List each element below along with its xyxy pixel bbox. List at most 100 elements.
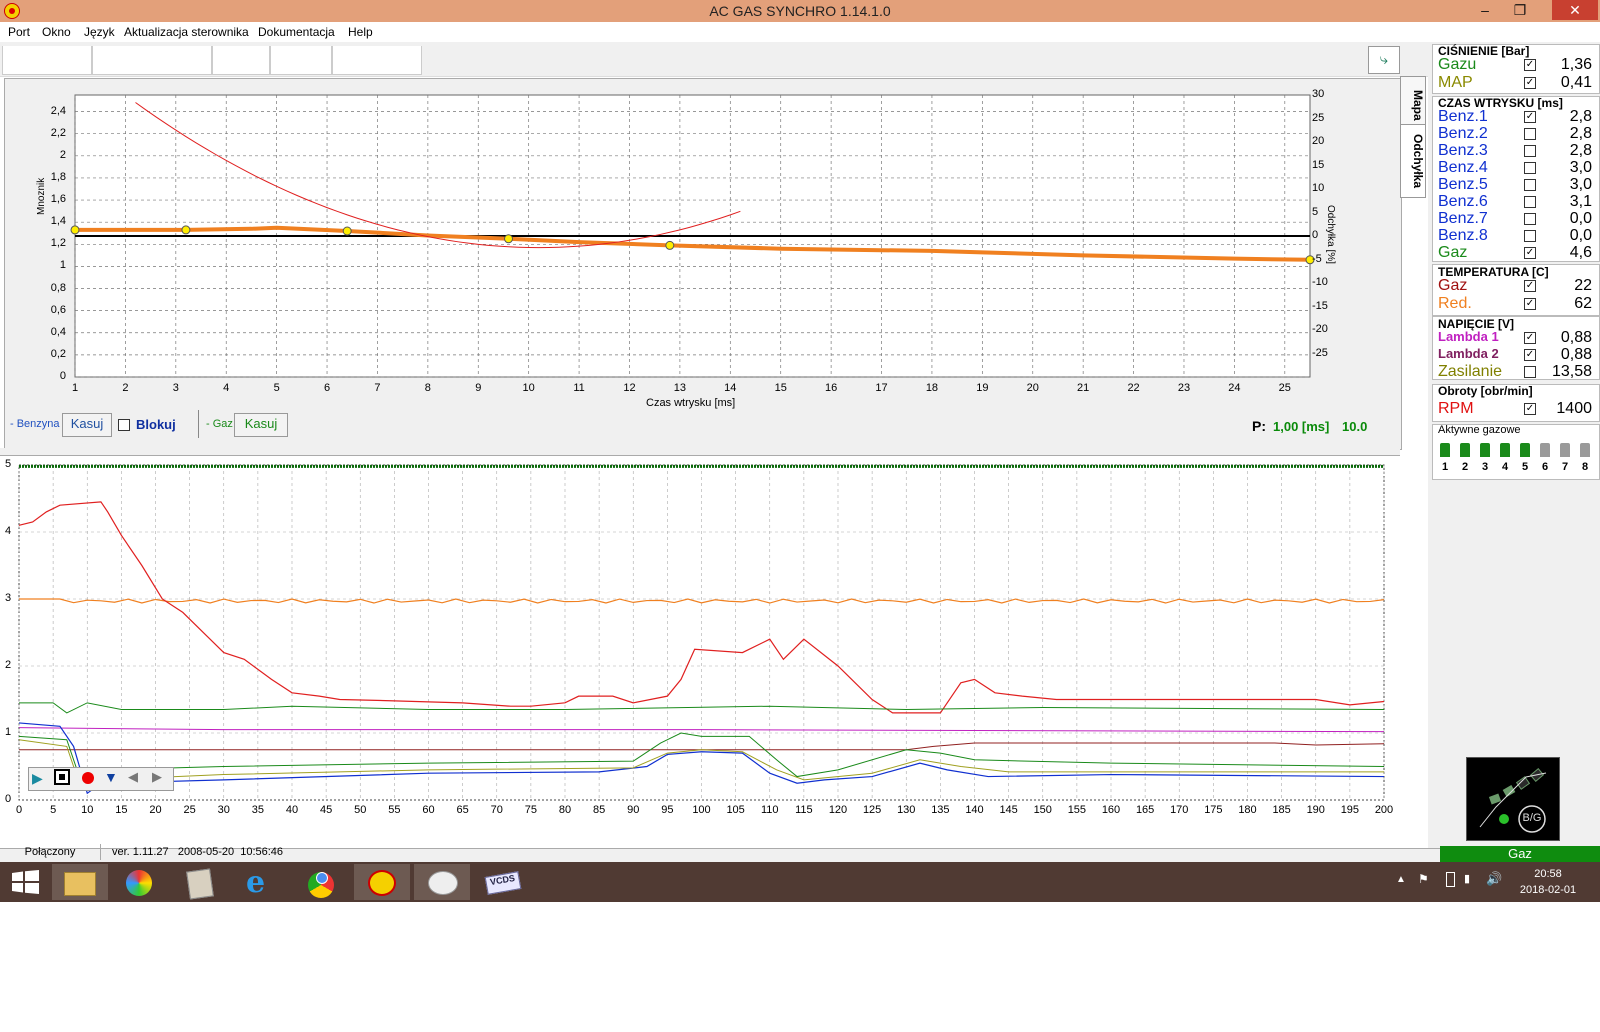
czas-checkbox[interactable] [1524,213,1536,225]
czas-label: Benz.8 [1438,227,1488,244]
menu-aktualizacja[interactable]: Aktualizacja sterownika [124,25,249,39]
upper-left-tick: 1,2 [50,237,66,250]
menu-port[interactable]: Port [8,25,30,39]
stop-icon[interactable] [54,769,70,785]
injector-icon [1540,443,1550,457]
czas-checkbox[interactable] [1524,230,1536,242]
napiecie-value: 0,88 [1560,346,1592,363]
taskbar-paint-icon[interactable] [414,864,470,900]
czas-value: 4,6 [1569,244,1592,261]
czas-checkbox[interactable]: ✓ [1524,111,1536,123]
toolbar-slot-3[interactable] [212,46,270,75]
windows-start-icon[interactable] [12,870,40,894]
czas-checkbox[interactable] [1524,162,1536,174]
injector-number: 7 [1561,461,1569,473]
upper-x-tick: 23 [1177,382,1191,394]
pin-icon[interactable]: ⤷ [1368,46,1400,74]
menu-help[interactable]: Help [348,25,373,39]
czas-row: Benz.8 0,0 [1438,227,1594,245]
battery-icon[interactable] [1446,872,1455,887]
czas-label: Benz.4 [1438,159,1488,176]
napiecie-checkbox[interactable]: ✓ [1524,349,1536,361]
next-icon[interactable]: ▶ [152,768,168,786]
lower-x-tick: 135 [931,804,950,816]
menu-jezyk[interactable]: Język [84,25,115,39]
czas-label: Gaz [1438,244,1468,261]
toolbar-slot-4[interactable] [270,46,332,75]
napiecie-checkbox[interactable] [1524,366,1536,378]
obroty-header: Obroty [obr/min] [1438,384,1533,398]
connection-status: Połączony [0,844,101,860]
upper-right-tick: -20 [1312,323,1328,335]
lower-x-tick: 150 [1033,804,1052,816]
czas-checkbox[interactable] [1524,196,1536,208]
napiecie-checkbox[interactable]: ✓ [1524,332,1536,344]
lower-x-tick: 125 [862,804,882,816]
tray-clock[interactable]: 20:58 2018-02-01 [1510,866,1586,898]
injector-icon [1580,443,1590,457]
upper-x-tick: 20 [1026,382,1039,394]
upper-x-tick: 8 [424,382,431,394]
lower-x-tick: 170 [1170,804,1189,816]
close-button[interactable]: ✕ [1552,0,1598,20]
czas-row: Benz.4 3,0 [1438,159,1594,177]
menu-okno[interactable]: Okno [42,25,71,39]
obroty-checkbox[interactable]: ✓ [1524,403,1536,415]
czas-checkbox[interactable]: ✓ [1524,247,1536,259]
injector-number: 4 [1501,461,1509,473]
bg-label: B/G [1522,812,1542,824]
play-icon[interactable]: ▶ [32,770,48,786]
taskbar-acgas-icon[interactable] [354,864,410,900]
obroty-value: 1400 [1556,400,1592,417]
lower-x-tick: 195 [1340,804,1360,816]
toolbar-slot-5[interactable] [332,46,422,75]
temperatura-row: Gaz ✓ 22 [1438,277,1594,295]
record-icon[interactable] [82,772,94,784]
tab-odchylka[interactable]: Odchyłka [1400,124,1426,198]
temperatura-checkbox[interactable]: ✓ [1524,280,1536,292]
lower-x-tick: 35 [251,804,264,816]
czas-checkbox[interactable] [1524,128,1536,140]
taskbar-vcds-icon[interactable]: VCDS [476,864,532,900]
injector-number: 5 [1521,461,1529,473]
cisnienie-checkbox[interactable]: ✓ [1524,59,1536,71]
lower-y-tick: 4 [5,525,12,537]
taskbar-ie-icon[interactable]: e [232,864,288,900]
czas-row: Benz.7 0,0 [1438,210,1594,228]
download-icon[interactable]: ▼ [104,768,122,786]
volume-icon[interactable]: 🔊 [1486,871,1502,887]
czas-value: 3,1 [1569,193,1592,210]
lower-x-tick: 20 [149,804,162,816]
divider [198,410,199,438]
czas-checkbox[interactable] [1524,179,1536,191]
kasuj-benzyna-button[interactable]: Kasuj [62,413,112,437]
upper-right-tick: -5 [1312,252,1322,265]
tray-arrow-icon[interactable]: ▲ [1396,874,1406,885]
upper-right-tick: 0 [1312,229,1319,241]
flag-icon[interactable]: ⚑ [1418,872,1429,886]
signal-icon[interactable]: ▮ [1464,872,1470,885]
taskbar-doc-icon[interactable] [172,864,228,900]
taskbar-explorer-icon[interactable] [52,864,108,900]
cisnienie-label: MAP [1438,74,1473,91]
prev-icon[interactable]: ◀ [128,768,144,786]
menu-dokumentacja[interactable]: Dokumentacja [258,25,335,39]
minimize-button[interactable]: – [1470,0,1500,20]
map-point [181,225,191,235]
cisnienie-checkbox[interactable]: ✓ [1524,77,1536,89]
lower-x-tick: 5 [50,804,57,816]
napiecie-value: 13,58 [1551,363,1592,380]
taskbar-media-icon[interactable] [112,864,168,900]
restore-button[interactable]: ❐ [1505,0,1535,20]
injector-number: 3 [1481,461,1489,473]
map-point [70,225,80,235]
toolbar-slot-1[interactable] [2,46,92,75]
kasuj-gaz-button[interactable]: Kasuj [234,413,288,437]
lower-x-tick: 175 [1204,804,1223,816]
temperatura-checkbox[interactable]: ✓ [1524,298,1536,310]
toolbar-slot-2[interactable] [92,46,212,75]
taskbar-chrome-icon[interactable] [294,864,350,900]
czas-checkbox[interactable] [1524,145,1536,157]
napiecie-row: Zasilanie 13,58 [1438,363,1594,381]
blokuj-checkbox[interactable] [118,419,130,431]
